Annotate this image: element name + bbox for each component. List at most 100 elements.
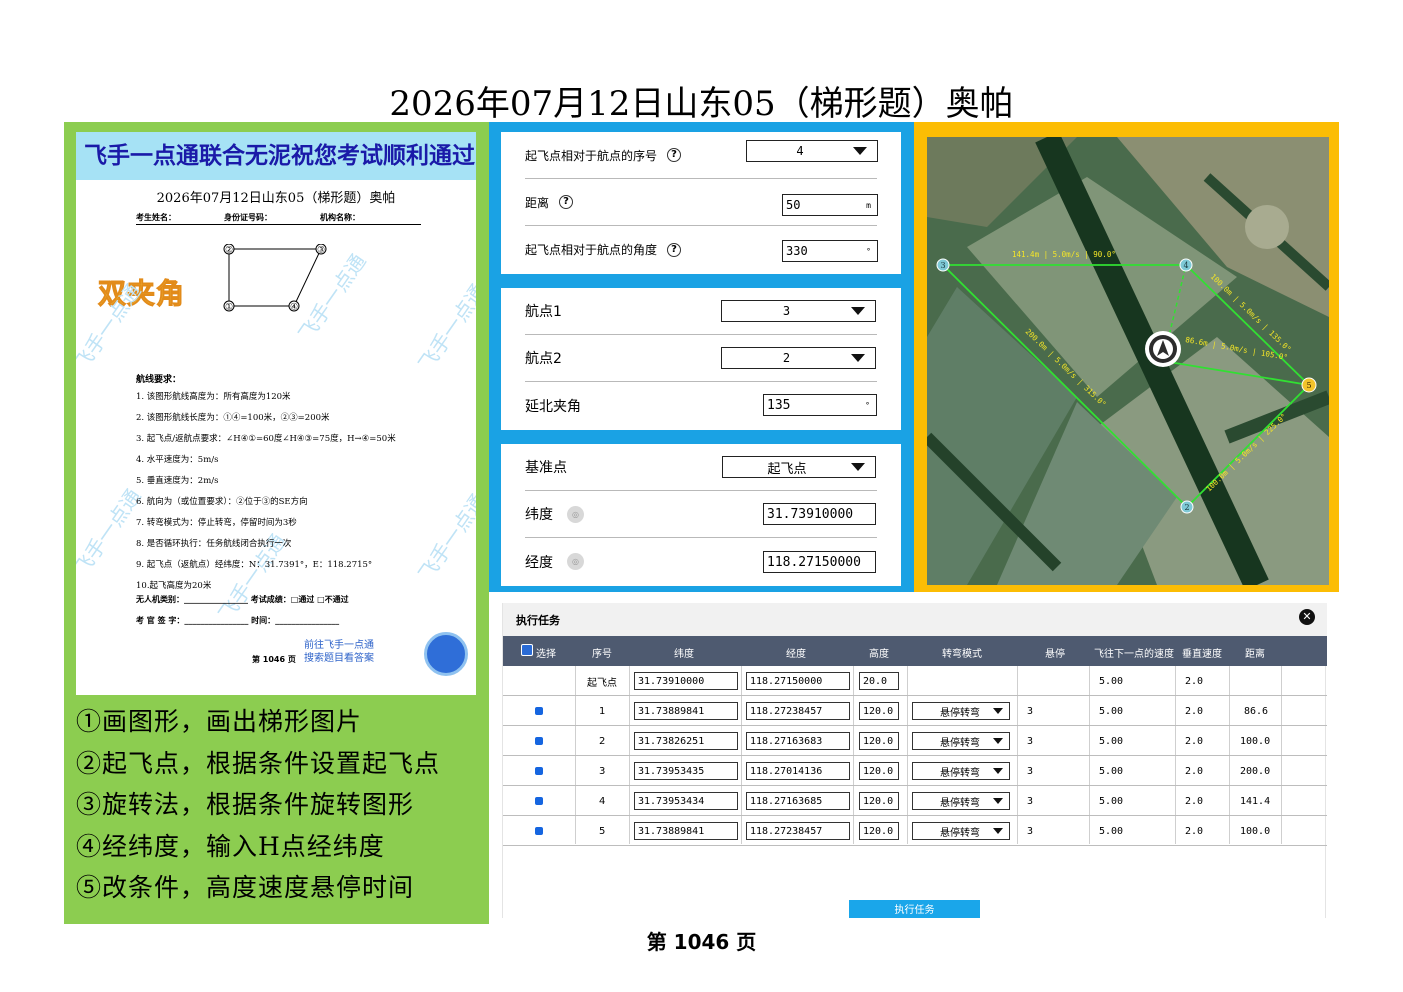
distance-unit: m — [866, 200, 871, 210]
row-checkbox[interactable] — [535, 827, 543, 835]
hover-cell: 3 — [1027, 735, 1034, 747]
hover-cell: 3 — [1027, 825, 1034, 837]
page-title: 2026年07月12日山东05（梯形题）奥帕 — [389, 84, 1014, 124]
table-row: 1 31.73889841 118.27238457 120.0 悬停转弯 3 … — [503, 696, 1327, 726]
requirement-item: 5. 垂直速度为：2m/s — [136, 476, 219, 486]
vspeed-cell: 2.0 — [1185, 675, 1204, 687]
lat-cell-input[interactable]: 31.73826251 — [634, 732, 738, 750]
row-checkbox[interactable] — [535, 707, 543, 715]
lon-cell-input[interactable]: 118.27163685 — [746, 792, 850, 810]
col-hover: 悬停 — [1045, 649, 1065, 660]
angle-label: 起飞点相对于航点的角度 — [525, 243, 658, 257]
execute-task-button[interactable]: 执行任务 — [849, 900, 980, 918]
chevron-down-icon — [851, 463, 865, 471]
alt-cell-input[interactable]: 20.0 — [859, 672, 899, 690]
vspeed-cell: 2.0 — [1185, 735, 1204, 747]
speed-cell: 5.00 — [1099, 765, 1124, 777]
wp2-value: 2 — [782, 351, 791, 365]
help-icon[interactable]: ? — [667, 148, 682, 162]
locate-icon[interactable]: ◎ — [567, 553, 584, 570]
lon-row: 经度 ◎ 118.27150000 — [525, 538, 877, 585]
lat-cell-input[interactable]: 31.73953435 — [634, 762, 738, 780]
lon-cell-input[interactable]: 118.27150000 — [746, 672, 850, 690]
wp2-row: 航点2 2 — [525, 335, 877, 382]
select-all-checkbox[interactable] — [521, 644, 533, 656]
lat-cell-input[interactable]: 31.73910000 — [634, 672, 738, 690]
seq-row: 起飞点相对于航点的序号 ? 4 — [525, 132, 878, 179]
requirement-item: 3. 起飞点/返航点要求：∠H④①=60度∠H④③=75度，H→④=50米 — [136, 434, 396, 444]
seq-select[interactable]: 4 — [746, 140, 878, 162]
waypoint-5[interactable]: 5 — [1301, 377, 1317, 393]
trapezoid-diagram: ② ③ ④ ① — [223, 244, 327, 313]
lat-input[interactable]: 31.73910000 — [763, 503, 876, 525]
turn-mode-select[interactable]: 悬停转弯 — [912, 702, 1010, 720]
shape-point-4: ④ — [290, 303, 298, 313]
lon-input[interactable]: 118.27150000 — [763, 551, 876, 573]
col-lat: 纬度 — [674, 649, 694, 660]
turn-mode-select[interactable]: 悬停转弯 — [912, 732, 1010, 750]
lon-cell-input[interactable]: 118.27014136 — [746, 762, 850, 780]
step-item: ①画图形，画出梯形图片 — [76, 707, 363, 736]
ref-label: 基准点 — [525, 460, 567, 476]
lat-cell-input[interactable]: 31.73953434 — [634, 792, 738, 810]
turn-mode-select[interactable]: 悬停转弯 — [912, 762, 1010, 780]
home-point-icon[interactable] — [1145, 331, 1181, 367]
angle-input[interactable]: 330 ° — [782, 240, 878, 262]
speed-cell: 5.00 — [1099, 735, 1124, 747]
north-angle-input[interactable]: 135 ° — [763, 394, 877, 416]
lon-cell-input[interactable]: 118.27238457 — [746, 822, 850, 840]
waypoint-3[interactable]: 3 — [936, 258, 950, 272]
requirement-item: 6. 航向为（或位置要求）：②位于③的SE方向 — [136, 497, 308, 507]
dist-cell: 100.0 — [1240, 825, 1271, 837]
turn-mode-value: 悬停转弯 — [940, 827, 980, 839]
wp2-label: 航点2 — [525, 351, 562, 367]
qr-code-icon — [424, 632, 468, 676]
angle-value: 330 — [786, 244, 808, 258]
locate-icon[interactable]: ◎ — [567, 505, 584, 523]
exam-sheet: 飞手一点通联合无泥祝您考试顺利通过 2026年07月12日山东05（梯形题）奥帕… — [76, 132, 476, 695]
row-checkbox[interactable] — [535, 767, 543, 775]
ref-select[interactable]: 起飞点 — [722, 456, 876, 478]
ref-row: 基准点 起飞点 — [525, 444, 877, 491]
wp1-row: 航点1 3 — [525, 288, 877, 335]
lat-cell-input[interactable]: 31.73889841 — [634, 822, 738, 840]
help-icon[interactable]: ? — [559, 195, 574, 209]
lat-cell-input[interactable]: 31.73889841 — [634, 702, 738, 720]
stamp-label: 双夹角 — [97, 277, 186, 311]
seq-value: 4 — [796, 144, 804, 158]
map-canvas: 141.4m | 5.0m/s | 90.0° 100.0m | 5.0m/s … — [927, 137, 1329, 585]
shape-point-1: ① — [225, 303, 233, 313]
wp1-select[interactable]: 3 — [721, 300, 876, 322]
wp2-select[interactable]: 2 — [721, 347, 876, 369]
turn-mode-select[interactable]: 悬停转弯 — [912, 792, 1010, 810]
lat-value: 31.73910000 — [767, 506, 854, 522]
row-seq: 4 — [599, 795, 606, 807]
row-checkbox[interactable] — [535, 737, 543, 745]
alt-cell-input[interactable]: 120.0 — [859, 732, 899, 750]
lon-cell-input[interactable]: 118.27163683 — [746, 732, 850, 750]
north-angle-value: 135 — [767, 397, 791, 413]
reference-box: 基准点 起飞点 纬度 ◎ 31.73910000 经度 ◎ 118.271500… — [501, 444, 901, 586]
svg-text:2: 2 — [1184, 503, 1189, 512]
dist-cell: 100.0 — [1240, 735, 1271, 747]
satellite-map[interactable]: 141.4m | 5.0m/s | 90.0° 100.0m | 5.0m/s … — [927, 137, 1329, 585]
alt-cell-input[interactable]: 120.0 — [859, 822, 899, 840]
help-icon[interactable]: ? — [667, 242, 682, 257]
sheet-banner: 飞手一点通联合无泥祝您考试顺利通过 — [76, 132, 476, 180]
alt-cell-input[interactable]: 120.0 — [859, 762, 899, 780]
alt-cell-input[interactable]: 120.0 — [859, 792, 899, 810]
turn-mode-select[interactable]: 悬停转弯 — [912, 822, 1010, 840]
svg-text:4: 4 — [1183, 261, 1188, 270]
close-button[interactable]: ✕ — [1299, 609, 1315, 625]
requirement-item: 8. 是否循环执行：任务航线闭合执行一次 — [136, 539, 292, 549]
distance-input[interactable]: 50 m — [782, 194, 878, 216]
waypoint-4[interactable]: 4 — [1179, 258, 1193, 272]
task-dialog: 执行任务 ✕ 选择 序号 纬度 经度 高度 转弯模式 悬停 飞往下一点的速度 垂… — [502, 603, 1327, 918]
waypoint-2[interactable]: 2 — [1180, 500, 1194, 514]
lon-cell-input[interactable]: 118.27238457 — [746, 702, 850, 720]
alt-cell-input[interactable]: 120.0 — [859, 702, 899, 720]
row-checkbox[interactable] — [535, 797, 543, 805]
sheet-page-ref: 第 1046 页 — [252, 655, 296, 664]
segment-label: 141.4m | 5.0m/s | 90.0° — [1012, 250, 1116, 259]
requirement-item: 1. 该图形航线高度为：所有高度为120米 — [136, 392, 291, 402]
